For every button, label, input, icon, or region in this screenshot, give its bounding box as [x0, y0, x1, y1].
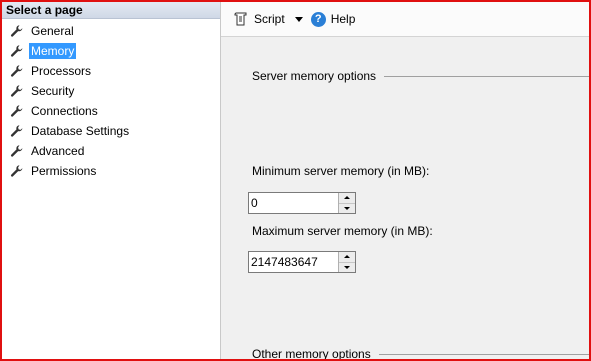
wrench-icon [10, 124, 24, 138]
min-memory-spinner[interactable]: 0 [248, 192, 356, 214]
sidebar-item-processors[interactable]: Processors [2, 61, 220, 81]
script-dropdown-arrow-icon[interactable] [294, 16, 303, 22]
wrench-icon [10, 104, 24, 118]
help-icon: ? [310, 11, 326, 27]
other-memory-section: Other memory options [252, 347, 589, 361]
section-divider [378, 353, 589, 355]
sidebar-item-label: Advanced [31, 144, 85, 158]
sidebar-item-label: Database Settings [31, 124, 130, 138]
wrench-icon [10, 24, 24, 38]
sidebar-item-advanced[interactable]: Advanced [2, 141, 220, 161]
toolbar: Script ? Help [221, 2, 589, 37]
sidebar-item-general[interactable]: General [2, 21, 220, 41]
help-button[interactable]: ? Help [310, 11, 356, 27]
arrow-down-icon [344, 265, 350, 269]
sidebar-item-label: Connections [31, 104, 98, 118]
min-memory-input[interactable]: 0 [249, 193, 338, 213]
arrow-up-icon [344, 196, 350, 200]
sidebar-item-label: Permissions [31, 164, 97, 178]
script-label: Script [254, 12, 285, 26]
memory-page: Script ? Help Server memory options Mini… [221, 2, 589, 359]
spinner-buttons [338, 193, 355, 213]
sidebar-item-database-settings[interactable]: Database Settings [2, 121, 220, 141]
page-list: General Memory Processors Security Conne… [2, 19, 220, 181]
help-label: Help [330, 12, 356, 26]
wrench-icon [10, 144, 24, 158]
arrow-up-icon [344, 255, 350, 259]
sidebar-item-label: General [31, 24, 74, 38]
script-icon [234, 12, 247, 26]
max-memory-label: Maximum server memory (in MB): [252, 224, 433, 238]
script-button[interactable]: Script [233, 11, 285, 27]
wrench-icon [10, 84, 24, 98]
sidebar-item-security[interactable]: Security [2, 81, 220, 101]
sidebar-item-label: Processors [31, 64, 92, 78]
sidebar-item-memory[interactable]: Memory [2, 41, 220, 61]
spinner-buttons [338, 252, 355, 272]
max-memory-spinner[interactable]: 2147483647 [248, 251, 356, 273]
spin-up-button[interactable] [339, 193, 355, 204]
sidebar-header: Select a page [2, 2, 220, 19]
server-memory-section: Server memory options [252, 69, 589, 83]
spin-up-button[interactable] [339, 252, 355, 263]
section-title: Server memory options [252, 69, 377, 83]
sidebar-item-connections[interactable]: Connections [2, 101, 220, 121]
sidebar: Select a page General Memory Processors … [2, 2, 221, 359]
wrench-icon [10, 44, 24, 58]
sidebar-item-label: Memory [29, 43, 77, 59]
sidebar-item-label: Security [31, 84, 75, 98]
section-divider [384, 75, 589, 77]
wrench-icon [10, 64, 24, 78]
arrow-down-icon [344, 206, 350, 210]
section-title: Other memory options [252, 347, 371, 361]
max-memory-input[interactable]: 2147483647 [249, 252, 338, 272]
spin-down-button[interactable] [339, 203, 355, 213]
min-memory-label: Minimum server memory (in MB): [252, 164, 430, 178]
spin-down-button[interactable] [339, 262, 355, 272]
dialog-frame: Select a page General Memory Processors … [0, 0, 591, 361]
sidebar-item-permissions[interactable]: Permissions [2, 161, 220, 181]
wrench-icon [10, 164, 24, 178]
